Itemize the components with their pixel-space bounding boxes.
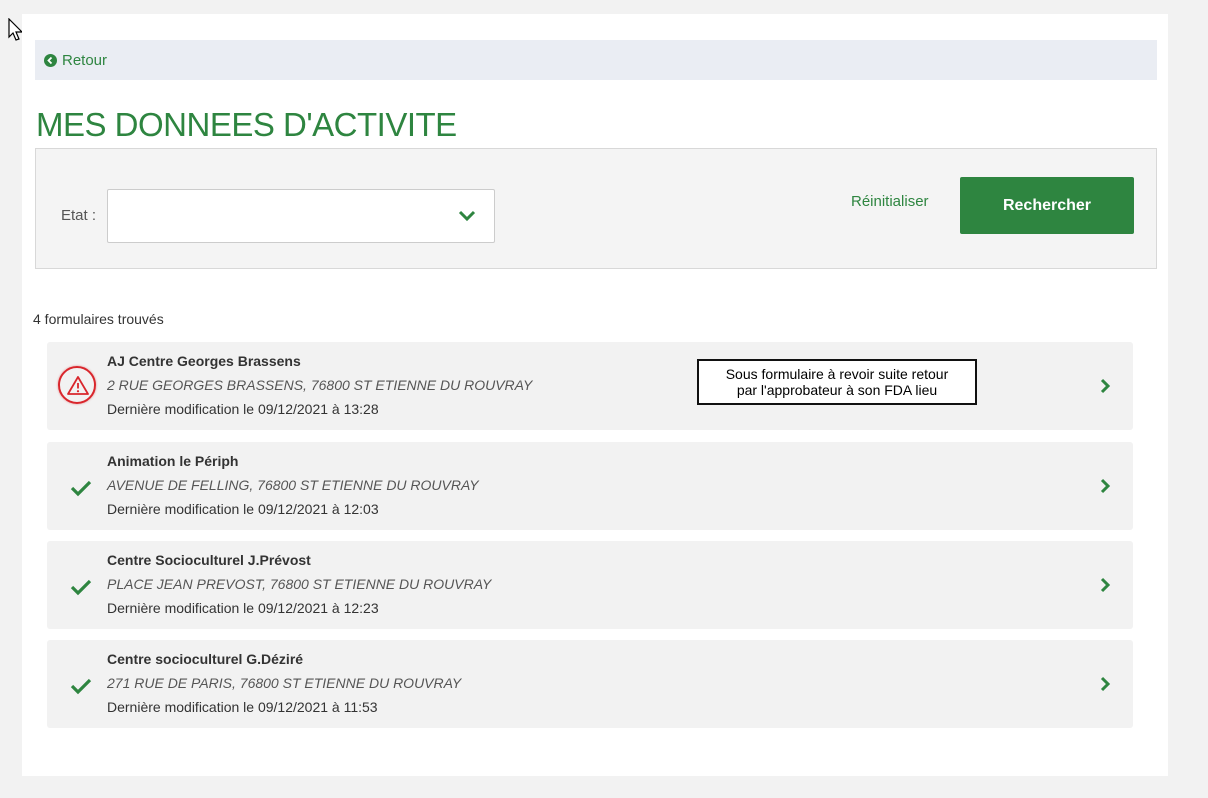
form-name: Animation le Périph: [107, 453, 239, 469]
check-icon: [70, 480, 92, 497]
check-icon: [70, 678, 92, 695]
chevron-right-icon: [1100, 577, 1111, 593]
back-label: Retour: [62, 51, 108, 69]
form-address: 2 RUE GEORGES BRASSENS, 76800 ST ETIENNE…: [107, 377, 533, 393]
review-note-line-1: Sous formulaire à revoir suite retour: [725, 366, 949, 382]
form-address: 271 RUE DE PARIS, 76800 ST ETIENNE DU RO…: [107, 675, 462, 691]
form-card[interactable]: Animation le Périph AVENUE DE FELLING, 7…: [47, 442, 1133, 530]
form-modified: Dernière modification le 09/12/2021 à 12…: [107, 600, 379, 616]
back-link[interactable]: Retour: [44, 52, 107, 69]
form-modified: Dernière modification le 09/12/2021 à 13…: [107, 401, 379, 417]
chevron-right-icon: [1100, 478, 1111, 494]
form-name: Centre socioculturel G.Déziré: [107, 651, 304, 667]
check-icon: [70, 579, 92, 596]
form-address: PLACE JEAN PREVOST, 76800 ST ETIENNE DU …: [107, 576, 492, 592]
filter-panel: Etat : Réinitialiser Rechercher: [35, 148, 1157, 269]
chevron-right-icon: [1100, 378, 1111, 394]
review-note: Sous formulaire à revoir suite retour pa…: [697, 359, 977, 405]
chevron-down-icon: [458, 210, 476, 222]
form-name: AJ Centre Georges Brassens: [107, 353, 301, 369]
warning-icon: [67, 376, 89, 395]
page-title: MES DONNEES D'ACTIVITE: [36, 106, 457, 143]
form-card[interactable]: Centre socioculturel G.Déziré 271 RUE DE…: [47, 640, 1133, 728]
form-address: AVENUE DE FELLING, 76800 ST ETIENNE DU R…: [107, 477, 479, 493]
chevron-right-icon: [1100, 676, 1111, 692]
form-name: Centre Socioculturel J.Prévost: [107, 552, 311, 568]
form-modified: Dernière modification le 09/12/2021 à 11…: [107, 699, 378, 715]
page-container: Retour MES DONNEES D'ACTIVITE Etat : Réi…: [22, 14, 1168, 776]
review-note-line-2: par l'approbateur à son FDA lieu: [736, 382, 938, 398]
results-count: 4 formulaires trouvés: [33, 311, 164, 327]
search-button[interactable]: Rechercher: [960, 177, 1134, 234]
reset-link[interactable]: Réinitialiser: [851, 193, 929, 210]
form-modified: Dernière modification le 09/12/2021 à 12…: [107, 501, 379, 517]
arrow-left-circle-icon: [44, 53, 57, 67]
back-bar: Retour: [35, 40, 1157, 80]
form-card[interactable]: Centre Socioculturel J.Prévost PLACE JEA…: [47, 541, 1133, 629]
etat-label: Etat :: [61, 207, 97, 224]
etat-select[interactable]: [107, 189, 495, 243]
form-card[interactable]: AJ Centre Georges Brassens 2 RUE GEORGES…: [47, 342, 1133, 430]
